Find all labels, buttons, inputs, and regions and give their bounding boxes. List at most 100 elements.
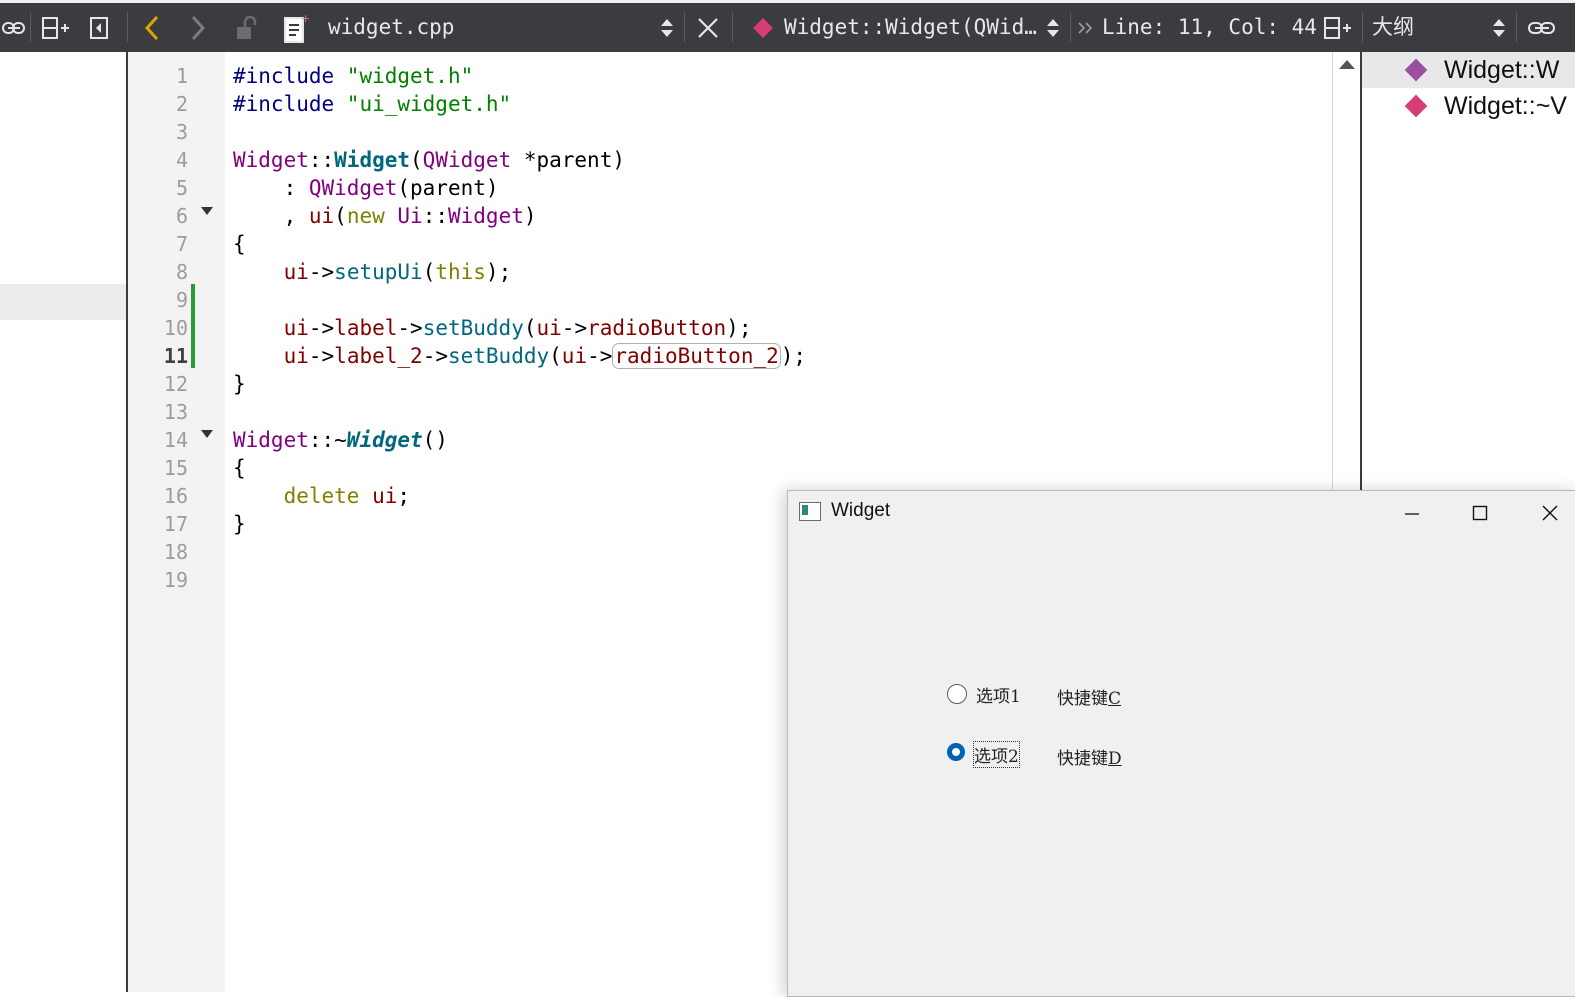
code-token: QWidget <box>308 176 398 200</box>
link-icon[interactable] <box>0 3 28 52</box>
scroll-up-icon[interactable] <box>1339 60 1355 69</box>
code-token: ( <box>334 204 347 228</box>
code-token: "widget.h" <box>346 64 474 88</box>
code-token: Widget <box>233 428 309 452</box>
outline-pane: Widget::W Widget::~V <box>1362 52 1575 492</box>
code-token: ui <box>283 260 309 284</box>
code-token: *parent) <box>511 148 625 172</box>
line-number: 15 <box>163 456 188 480</box>
shortcut-key: C <box>1108 689 1122 709</box>
code-token: (parent) <box>397 176 499 200</box>
code-line-16[interactable]: delete ui; <box>233 482 410 510</box>
line-number: 5 <box>175 176 188 200</box>
code-token: } <box>233 512 246 536</box>
code-token: -> <box>308 344 335 368</box>
radio-label-option-2[interactable]: 选项2 <box>973 741 1020 768</box>
code-token: delete <box>283 484 360 508</box>
outline-combo-arrows-icon[interactable] <box>1486 3 1512 52</box>
code-token: -> <box>422 344 448 368</box>
code-line-4[interactable]: Widget::Widget(QWidget *parent) <box>233 146 625 174</box>
lock-icon[interactable] <box>230 3 264 52</box>
code-token: setBuddy <box>422 316 524 340</box>
code-line-5[interactable]: : QWidget(parent) <box>233 174 499 202</box>
code-line-2[interactable]: #include "ui_widget.h" <box>233 90 511 118</box>
function-symbol-icon <box>1404 58 1428 82</box>
code-token: label <box>334 316 398 340</box>
code-line-6[interactable]: , ui(new Ui::Widget) <box>233 202 537 230</box>
code-line-10[interactable]: ui->label->setBuddy(ui->radioButton); <box>233 314 752 342</box>
code-token: "ui_widget.h" <box>346 92 512 116</box>
line-number: 13 <box>163 400 188 424</box>
symbol-selector[interactable]: Widget::Widget(QWid… <box>784 3 1037 52</box>
radio-label-option-1[interactable]: 选项1 <box>976 682 1021 707</box>
code-token: , <box>233 204 309 228</box>
line-number: 17 <box>163 512 188 536</box>
code-token: ; <box>397 484 411 508</box>
split-add-icon[interactable] <box>38 3 74 52</box>
selected-row-highlight[interactable] <box>0 284 126 320</box>
code-token: ui <box>308 204 335 228</box>
maximize-button[interactable] <box>1446 491 1514 535</box>
code-line-15[interactable]: { <box>233 454 246 482</box>
code-line-11[interactable]: ui->label_2->setBuddy(ui->radioButton_2)… <box>233 342 806 370</box>
code-token: -> <box>397 316 423 340</box>
cursor-position[interactable]: Line: 11, Col: 44 <box>1102 3 1317 52</box>
close-sidebar-icon[interactable] <box>84 3 114 52</box>
close-button[interactable] <box>1516 491 1575 535</box>
maximize-icon <box>1472 505 1488 521</box>
code-line-14[interactable]: Widget::~Widget() <box>233 426 448 454</box>
file-combo-arrows-icon[interactable] <box>654 3 680 52</box>
toolbar-separator <box>127 12 128 42</box>
code-line-1[interactable]: #include "widget.h" <box>233 62 473 90</box>
line-number: 8 <box>175 260 188 284</box>
shortcut-label-text: 快捷键 <box>1057 689 1108 709</box>
code-line-8[interactable]: ui->setupUi(this); <box>233 258 512 286</box>
minimize-button[interactable] <box>1378 491 1446 535</box>
code-token: -> <box>561 316 588 340</box>
line-number: 18 <box>163 540 188 564</box>
code-token: Widget <box>448 204 524 228</box>
radio-button-option-2[interactable] <box>947 743 965 761</box>
window-title: Widget <box>831 500 891 521</box>
code-line-12[interactable]: } <box>233 370 246 398</box>
code-token: QWidget <box>422 148 512 172</box>
open-documents-pane <box>0 52 126 992</box>
outline-item[interactable]: Widget::~V <box>1404 88 1567 124</box>
fold-arrow-icon[interactable] <box>201 207 213 215</box>
outline-item[interactable]: Widget::W <box>1404 52 1560 88</box>
line-number: 12 <box>163 372 188 396</box>
line-number: 3 <box>175 120 188 144</box>
file-icon: ++ <box>278 3 314 52</box>
window-titlebar[interactable]: Widget <box>788 491 1575 535</box>
toolbar-separator <box>732 12 733 42</box>
forward-arrow-icon[interactable] <box>182 3 214 52</box>
fold-arrow-icon[interactable] <box>201 430 213 438</box>
function-symbol-icon <box>748 3 778 52</box>
code-token: Widget <box>346 428 423 452</box>
code-token: ( <box>410 148 423 172</box>
toolbar-separator <box>1362 12 1363 42</box>
outline-item-label: Widget::W <box>1444 55 1560 84</box>
outline-item-label: Widget::~V <box>1444 91 1567 120</box>
editor-scrollbar[interactable] <box>1332 52 1361 492</box>
shortcut-label-1: 快捷键C <box>1057 684 1121 709</box>
code-line-7[interactable]: { <box>233 230 246 258</box>
toolbar-separator <box>1070 12 1071 42</box>
shortcut-label-2: 快捷键D <box>1057 744 1122 769</box>
file-name[interactable]: widget.cpp <box>328 3 454 52</box>
link-icon[interactable] <box>1524 3 1560 52</box>
code-token: label_2 <box>334 344 423 368</box>
overflow-chevron-icon[interactable] <box>1074 3 1098 52</box>
symbol-combo-arrows-icon[interactable] <box>1040 3 1066 52</box>
radio-button-option-1[interactable] <box>947 684 967 704</box>
split-add-icon[interactable] <box>1320 3 1356 52</box>
outline-pane-title[interactable]: 大纲 <box>1372 3 1414 52</box>
code-token: #include <box>233 92 347 116</box>
code-line-17[interactable]: } <box>233 510 246 538</box>
back-arrow-icon[interactable] <box>136 3 168 52</box>
editor-toolbar: ++ widget.cpp Widget::Widget(QWid… Line:… <box>0 0 1575 52</box>
close-document-icon[interactable] <box>692 3 724 52</box>
highlighted-symbol: radioButton_2 <box>612 343 781 369</box>
